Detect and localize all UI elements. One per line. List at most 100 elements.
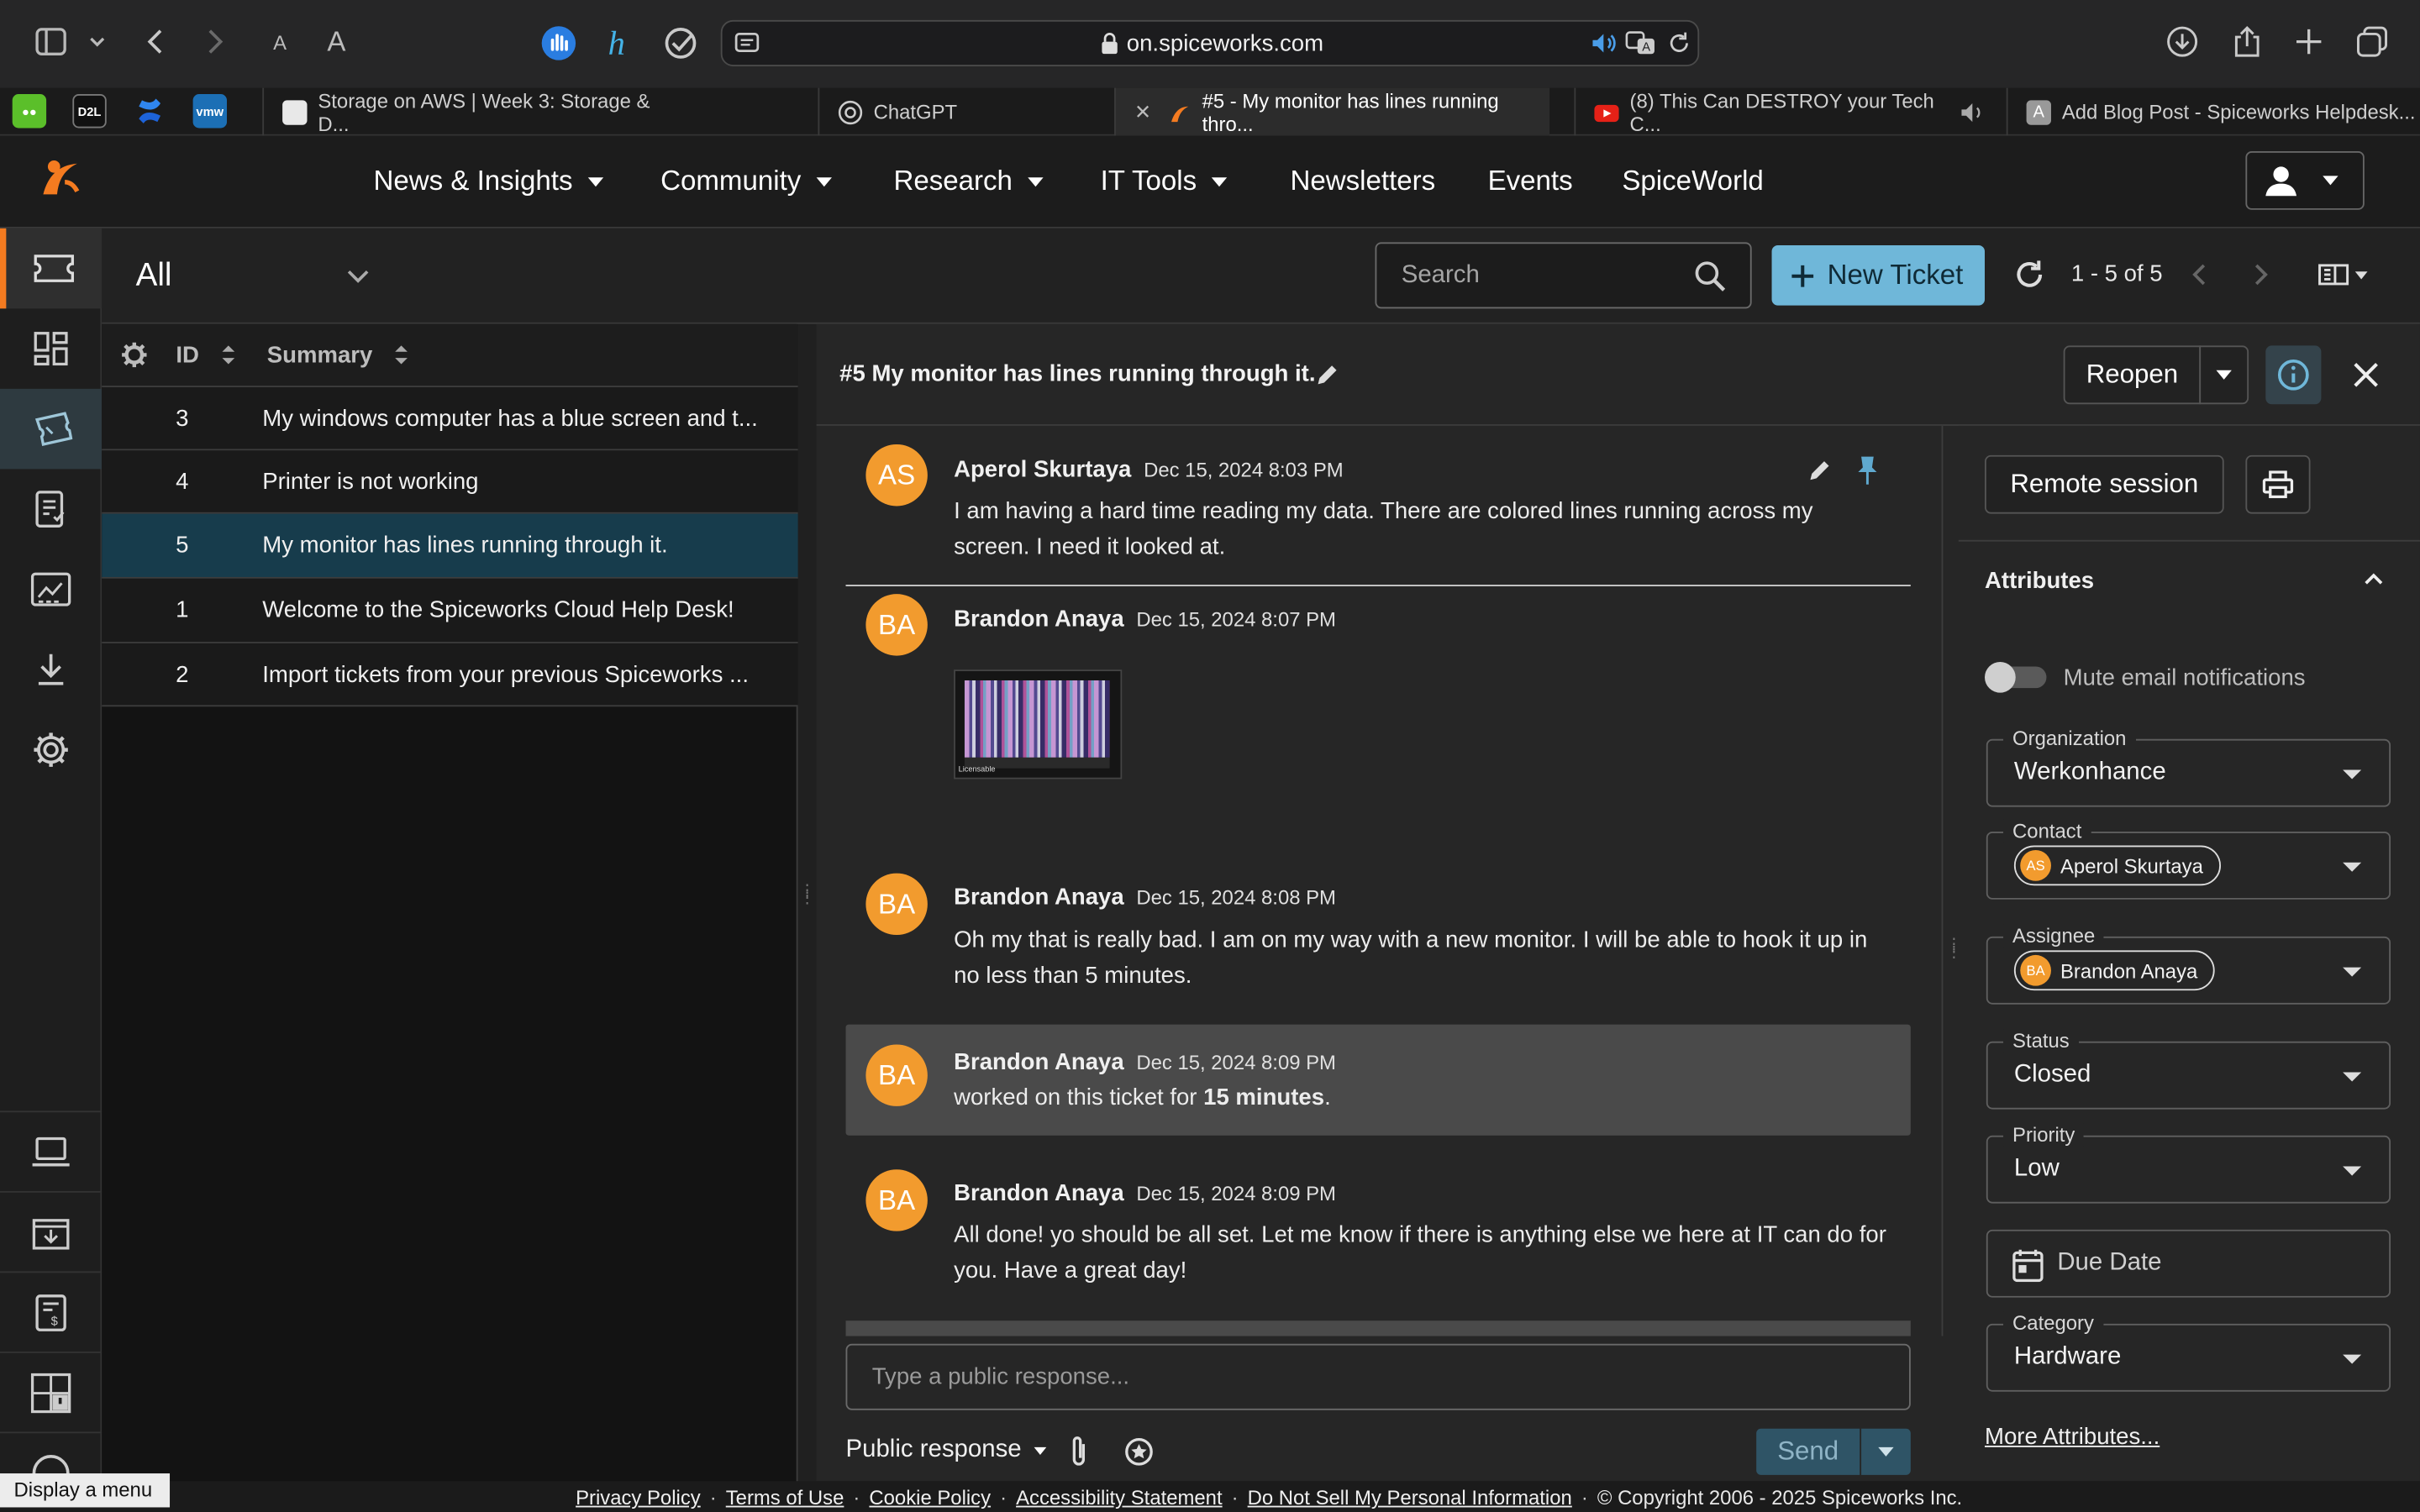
pin-icon[interactable] xyxy=(1857,455,1879,486)
nav-news-insights[interactable]: News & Insights xyxy=(373,165,604,198)
text-smaller-button[interactable]: A xyxy=(273,31,287,55)
table-row[interactable]: 3 My windows computer has a blue screen a… xyxy=(102,387,798,451)
reply-input[interactable]: Type a public response... xyxy=(845,1343,1911,1410)
column-header-summary[interactable]: Summary xyxy=(267,342,373,368)
speaker-icon[interactable] xyxy=(1960,101,1985,123)
chevron-down-icon[interactable] xyxy=(87,31,124,68)
back-icon[interactable] xyxy=(139,24,176,61)
tab-ticket-5[interactable]: ✕ #5 - My monitor has lines running thro… xyxy=(1114,87,1550,136)
more-attributes-link[interactable]: More Attributes... xyxy=(1985,1424,2160,1450)
sort-icon[interactable] xyxy=(394,344,409,366)
dashboard-nav-button[interactable] xyxy=(0,308,102,389)
mute-email-toggle[interactable]: Mute email notifications xyxy=(1984,661,2306,693)
account-menu-button[interactable] xyxy=(2245,150,2365,210)
download-icon[interactable] xyxy=(2165,24,2202,61)
send-button[interactable]: Send xyxy=(1756,1428,1860,1475)
nav-it-tools[interactable]: IT Tools xyxy=(1101,165,1228,198)
analytics-nav-button[interactable] xyxy=(0,549,102,630)
priority-field[interactable]: Priority Low xyxy=(1986,1123,2391,1204)
assignee-chip[interactable]: BA Brandon Anaya xyxy=(2013,950,2215,991)
reports-nav-button[interactable] xyxy=(0,469,102,549)
reopen-options-button[interactable] xyxy=(2199,345,2249,405)
forward-icon[interactable] xyxy=(197,24,234,61)
assets-nav-button[interactable] xyxy=(0,388,103,470)
import-nav-button[interactable] xyxy=(0,629,102,710)
table-row[interactable]: 2 Import tickets from your previous Spice… xyxy=(102,643,798,707)
status-field[interactable]: Status Closed xyxy=(1986,1029,2391,1110)
search-input[interactable]: Search xyxy=(1375,242,1752,309)
billing-nav-button[interactable]: $ xyxy=(0,1271,103,1352)
tab-blog-post[interactable]: A Add Blog Post - Spiceworks Helpdesk... xyxy=(2006,87,2420,136)
sidebar-toggle-icon[interactable] xyxy=(34,24,71,61)
prev-page-icon[interactable] xyxy=(2188,262,2210,286)
settings-nav-button[interactable] xyxy=(0,710,102,790)
organization-field[interactable]: Organization Werkonhance xyxy=(1986,727,2391,807)
alerts-nav-button[interactable] xyxy=(0,1351,103,1432)
pinned-tab-d2l[interactable]: D2L xyxy=(72,94,107,129)
gear-icon[interactable] xyxy=(120,341,148,369)
pencil-icon[interactable] xyxy=(1806,457,1833,485)
inbox-nav-button[interactable] xyxy=(0,1190,103,1272)
contact-field[interactable]: Contact AS Aperol Skurtaya xyxy=(1986,819,2391,900)
pinned-tab-vmware[interactable]: vmw xyxy=(192,94,227,129)
category-field[interactable]: Category Hardware xyxy=(1986,1311,2391,1392)
close-tab-icon[interactable]: ✕ xyxy=(1134,99,1151,123)
tab-youtube[interactable]: (8) This Can DESTROY your Tech C... xyxy=(1574,87,1985,136)
layout-toggle-button[interactable] xyxy=(2318,262,2368,286)
spiceworks-logo-icon[interactable] xyxy=(37,151,87,201)
translate-icon[interactable]: A xyxy=(1625,31,1656,55)
nav-community[interactable]: Community xyxy=(660,165,833,198)
chevron-up-icon[interactable] xyxy=(2363,571,2385,586)
attachment-icon[interactable] xyxy=(1066,1435,1091,1468)
table-row-selected[interactable]: 5 My monitor has lines running through it… xyxy=(102,513,798,579)
tab-aws-storage[interactable]: Storage on AWS | Week 3: Storage & D... xyxy=(262,87,679,136)
view-selector[interactable]: All xyxy=(136,256,383,297)
nav-research[interactable]: Research xyxy=(893,165,1044,198)
checkmark-extension-icon[interactable] xyxy=(662,24,699,61)
nav-newsletters[interactable]: Newsletters xyxy=(1290,165,1435,198)
attachment-thumbnail[interactable]: Licensable xyxy=(954,669,1123,780)
info-button[interactable] xyxy=(2265,345,2322,405)
do-not-sell-link[interactable]: Do Not Sell My Personal Information xyxy=(1248,1486,1572,1509)
devices-nav-button[interactable] xyxy=(0,1110,103,1191)
tab-overview-icon[interactable] xyxy=(2355,24,2392,61)
terms-link[interactable]: Terms of Use xyxy=(726,1486,844,1509)
reopen-button[interactable]: Reopen xyxy=(2063,345,2202,405)
close-icon[interactable] xyxy=(2352,361,2380,389)
pinned-tab-duolingo[interactable]: ●● xyxy=(12,94,47,129)
sort-icon[interactable] xyxy=(221,344,236,366)
table-row[interactable]: 1 Welcome to the Spiceworks Cloud Help De… xyxy=(102,578,798,643)
share-icon[interactable] xyxy=(2230,24,2267,61)
canned-response-icon[interactable] xyxy=(1123,1436,1155,1467)
extension-hand-icon[interactable] xyxy=(540,24,577,61)
column-header-id[interactable]: ID xyxy=(176,342,199,368)
resize-handle[interactable]: ⋮ ⋮ xyxy=(1946,937,1961,972)
text-larger-button[interactable]: A xyxy=(327,26,345,59)
pencil-icon[interactable] xyxy=(1313,361,1341,389)
toggle-switch[interactable] xyxy=(1984,661,2049,693)
pinned-tab-confluence[interactable] xyxy=(133,94,166,128)
accessibility-link[interactable]: Accessibility Statement xyxy=(1016,1486,1223,1509)
cookie-policy-link[interactable]: Cookie Policy xyxy=(869,1486,991,1509)
nav-events[interactable]: Events xyxy=(1488,165,1573,198)
privacy-policy-link[interactable]: Privacy Policy xyxy=(576,1486,701,1509)
refresh-icon[interactable] xyxy=(2012,258,2046,291)
reader-icon[interactable] xyxy=(734,31,760,55)
print-button[interactable] xyxy=(2245,454,2311,514)
due-date-field[interactable]: Due Date xyxy=(1986,1229,2391,1298)
honey-extension-icon[interactable]: h xyxy=(602,24,639,61)
speaker-icon[interactable] xyxy=(1590,31,1618,55)
send-options-button[interactable] xyxy=(1861,1428,1911,1475)
remote-session-button[interactable]: Remote session xyxy=(1984,454,2224,514)
table-row[interactable]: 4 Printer is not working xyxy=(102,450,798,514)
tickets-nav-button[interactable] xyxy=(0,228,103,309)
new-ticket-button[interactable]: New Ticket xyxy=(1771,245,1985,306)
search-icon[interactable] xyxy=(1693,260,1727,293)
next-page-icon[interactable] xyxy=(2250,262,2272,286)
new-tab-icon[interactable] xyxy=(2291,24,2328,61)
reload-icon[interactable] xyxy=(1667,31,1691,55)
resize-handle[interactable]: ⋮ ⋮ xyxy=(799,884,814,918)
tab-chatgpt[interactable]: ChatGPT xyxy=(818,87,1111,136)
response-type-select[interactable]: Public response xyxy=(846,1436,1046,1464)
nav-spiceworld[interactable]: SpiceWorld xyxy=(1622,165,1763,198)
